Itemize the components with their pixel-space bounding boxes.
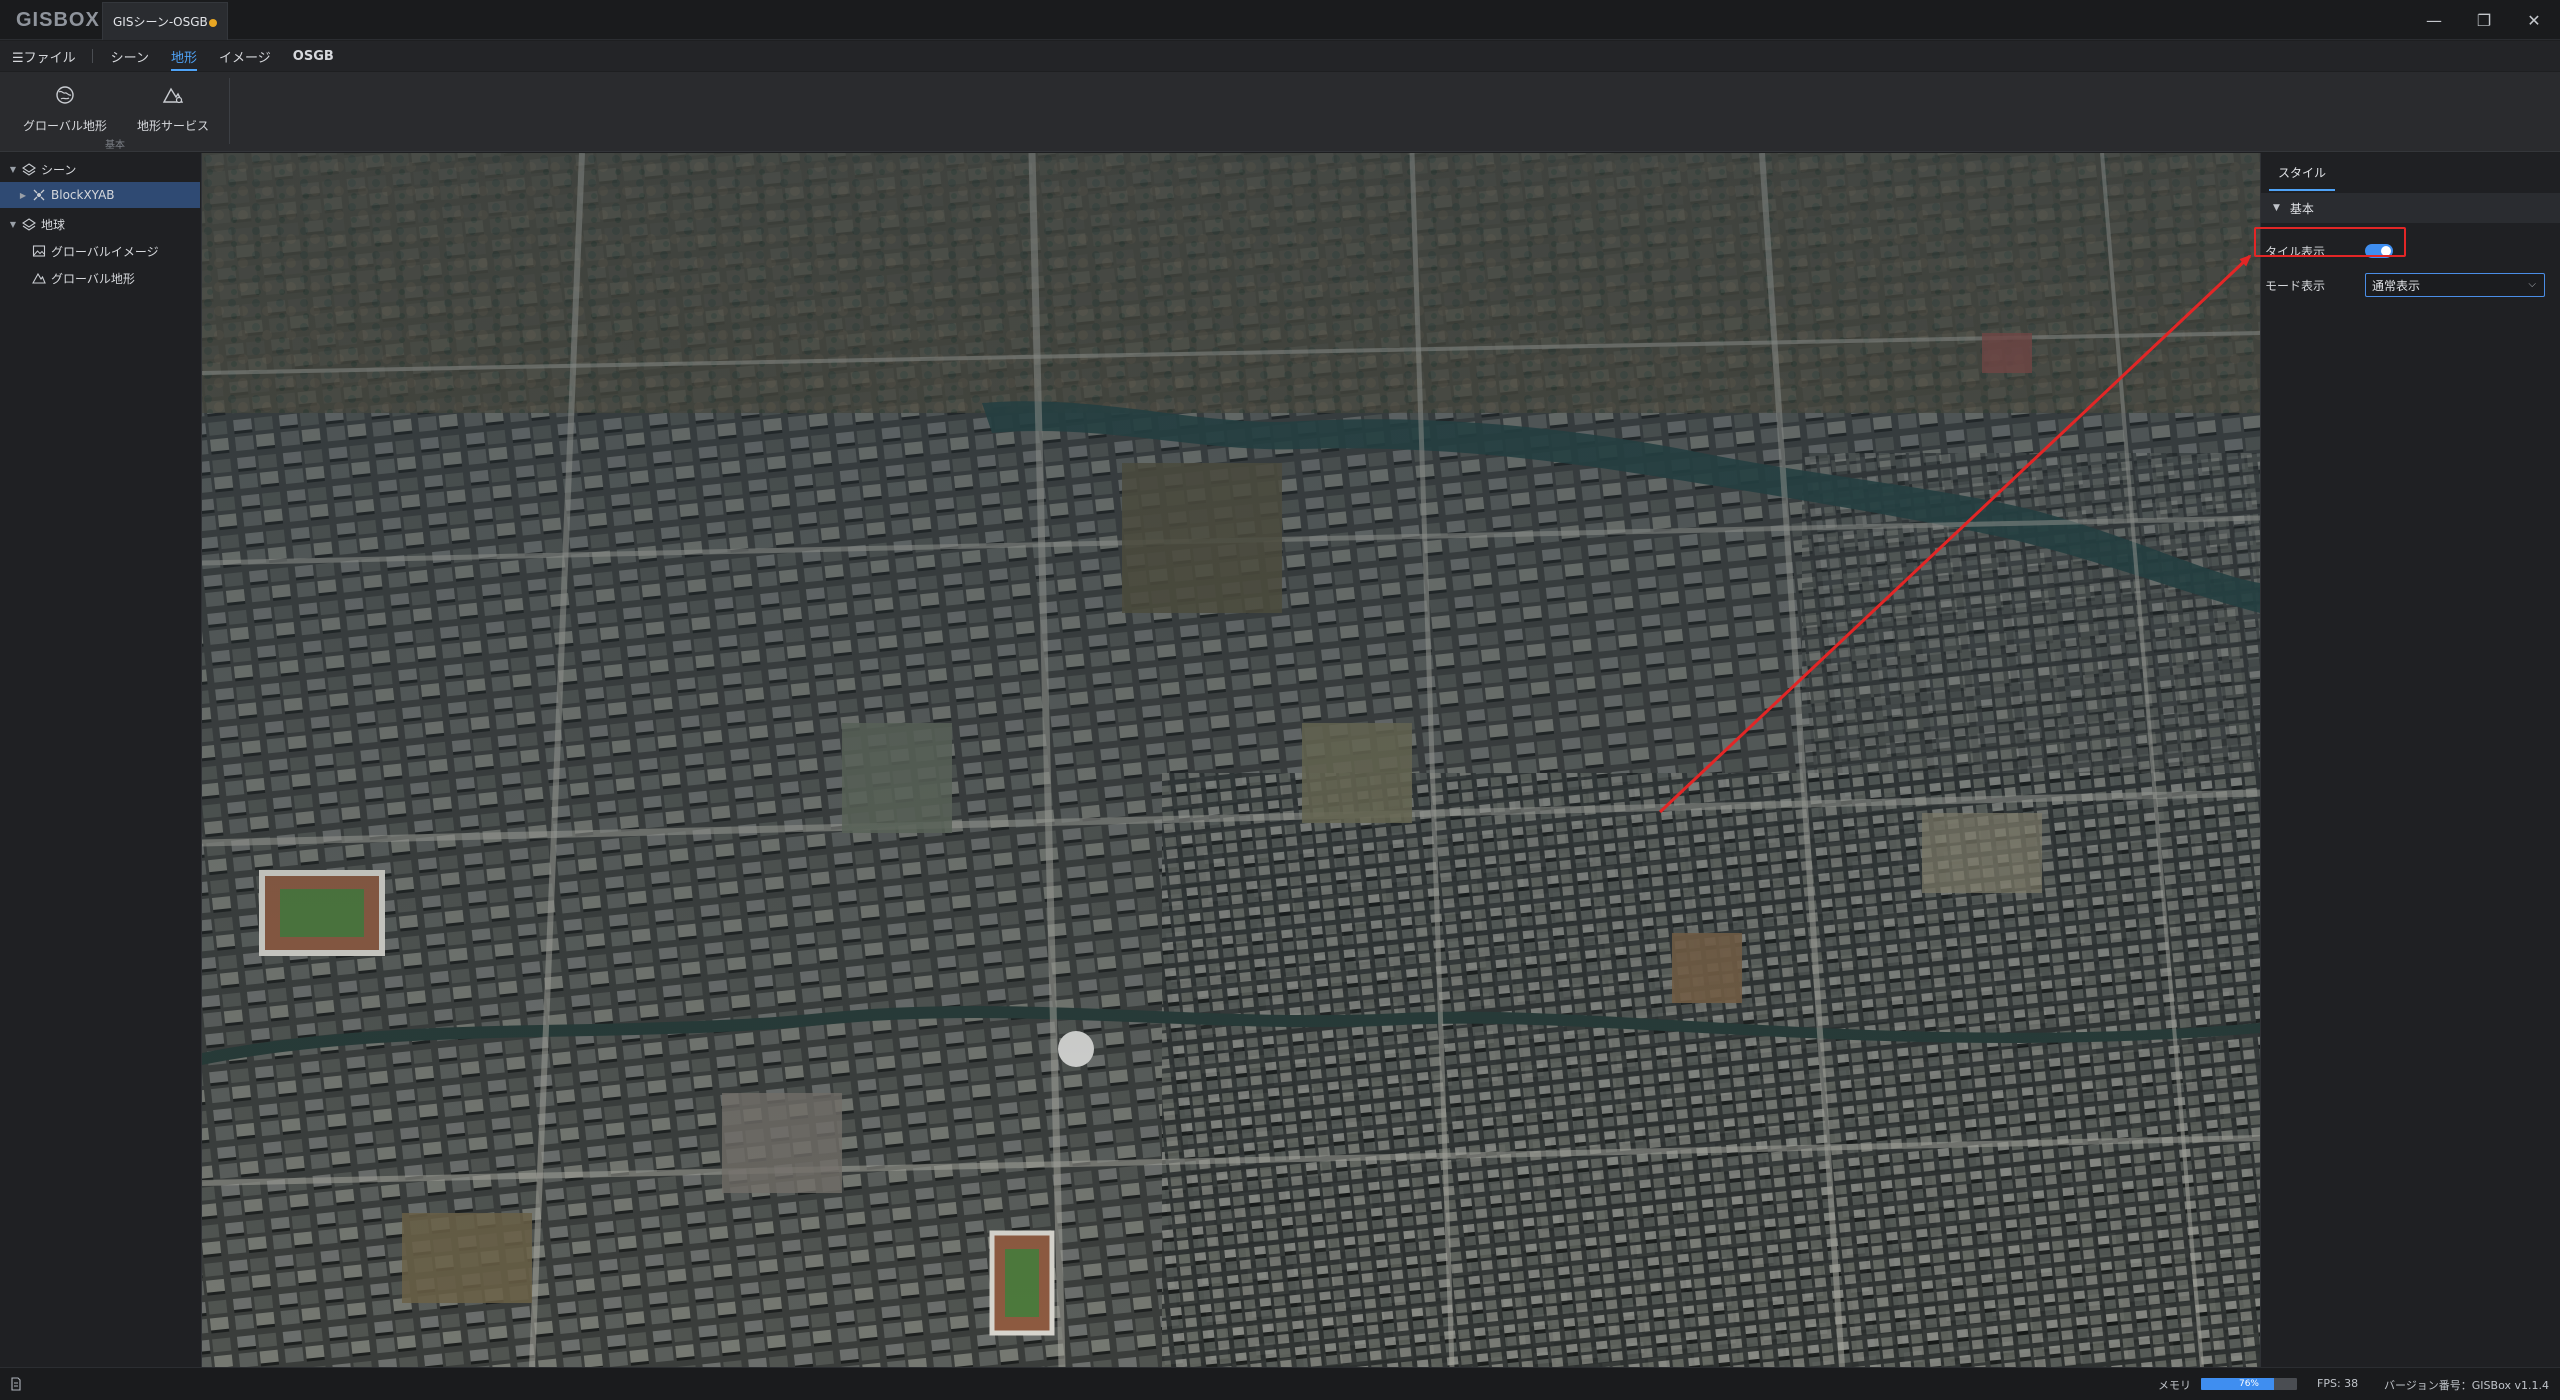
menu-bar: ☰ファイル シーン 地形 イメージ OSGB xyxy=(0,41,2560,71)
ribbon-group-label: 基本 xyxy=(105,140,125,151)
mountain-icon xyxy=(162,87,184,104)
globe-icon xyxy=(56,86,74,104)
global-terrain-label: グローバル地形 xyxy=(23,119,107,133)
menu-separator xyxy=(91,49,93,63)
mode-display-row: モード表示 通常表示 ⌵ xyxy=(2261,269,2560,301)
restore-button[interactable]: ❐ xyxy=(2464,6,2504,34)
properties-panel: スタイル ▼ 基本 タイル表示 モード表示 通常表示 ⌵ xyxy=(2260,153,2560,1367)
title-bar: GISBOX GISシーン-OSGB — ❐ ✕ xyxy=(0,0,2560,40)
unsaved-indicator xyxy=(209,19,217,27)
tree-item-earth[interactable]: ▼ 地球 xyxy=(0,211,200,237)
status-bar: メモリ 76% FPS: 38 バージョン番号：GISBox v1.1.4 xyxy=(0,1367,2560,1400)
tree-item-global-terrain-label: グローバル地形 xyxy=(51,271,135,286)
document-tab-title: GISシーン-OSGB xyxy=(113,15,208,29)
memory-progress-bar: 76% xyxy=(2201,1378,2297,1390)
fps-readout: FPS: 38 xyxy=(2317,1377,2359,1390)
version-text: バージョン番号：GISBox v1.1.4 xyxy=(2384,1379,2549,1392)
mode-display-select[interactable]: 通常表示 ⌵ xyxy=(2365,273,2545,297)
scene-tree: ▼ シーン ▶ BlockXYAB ▼ 地球 グローバルイメージ グローバル地形 xyxy=(0,153,202,1367)
menu-osgb[interactable]: OSGB xyxy=(293,49,334,64)
close-button[interactable]: ✕ xyxy=(2514,6,2554,34)
layers-icon xyxy=(22,163,36,176)
annotation-highlight-box xyxy=(2254,227,2406,257)
mountain-icon xyxy=(32,272,46,284)
menu-scene[interactable]: シーン xyxy=(111,47,149,66)
mode-display-label: モード表示 xyxy=(2265,278,2326,293)
tree-item-scene-label: シーン xyxy=(41,162,77,177)
terrain-service-button[interactable]: 地形サービス xyxy=(128,84,218,134)
menu-image[interactable]: イメージ xyxy=(219,47,271,66)
tree-item-global-image-label: グローバルイメージ xyxy=(51,244,159,259)
menu-terrain[interactable]: 地形 xyxy=(171,47,198,71)
expand-caret-icon[interactable]: ▶ xyxy=(18,191,28,200)
hamburger-icon: ☰ xyxy=(12,50,24,66)
document-icon xyxy=(11,1377,21,1391)
ribbon-divider xyxy=(229,78,230,144)
tree-item-global-terrain[interactable]: グローバル地形 xyxy=(0,265,200,291)
chevron-down-icon: ⌵ xyxy=(2528,279,2536,290)
tree-item-global-image[interactable]: グローバルイメージ xyxy=(0,238,200,264)
tree-item-blockxyab-label: BlockXYAB xyxy=(51,188,115,202)
minimize-button[interactable]: — xyxy=(2414,6,2454,34)
terrain-service-label: 地形サービス xyxy=(136,119,209,133)
menu-file[interactable]: ☰ファイル xyxy=(12,47,76,66)
model-icon xyxy=(33,189,45,201)
mode-display-value: 通常表示 xyxy=(2372,278,2421,293)
aerial-imagery xyxy=(202,153,2260,1367)
section-basic-header[interactable]: ▼ 基本 xyxy=(2261,193,2560,223)
image-icon xyxy=(32,245,46,257)
tab-style[interactable]: スタイル xyxy=(2269,155,2335,191)
menu-file-label: ファイル xyxy=(23,50,76,66)
tree-item-earth-label: 地球 xyxy=(41,217,66,232)
layers-icon xyxy=(22,218,36,231)
document-tab[interactable]: GISシーン-OSGB xyxy=(102,2,228,40)
global-terrain-button[interactable]: グローバル地形 xyxy=(20,84,110,134)
expand-caret-icon[interactable]: ▼ xyxy=(8,165,18,174)
tree-item-scene[interactable]: ▼ シーン xyxy=(0,156,200,182)
ribbon-toolbar: グローバル地形 地形サービス 基本 xyxy=(0,72,2560,152)
map-viewport[interactable] xyxy=(202,153,2260,1367)
memory-progress-text: 76% xyxy=(2238,1379,2259,1389)
app-logo: GISBOX xyxy=(16,9,100,31)
section-basic-label: 基本 xyxy=(2289,201,2314,216)
memory-label: メモリ xyxy=(2158,1379,2191,1392)
expand-caret-icon[interactable]: ▼ xyxy=(8,220,18,229)
tree-item-blockxyab[interactable]: ▶ BlockXYAB xyxy=(0,182,200,208)
collapse-triangle-icon: ▼ xyxy=(2273,203,2280,213)
